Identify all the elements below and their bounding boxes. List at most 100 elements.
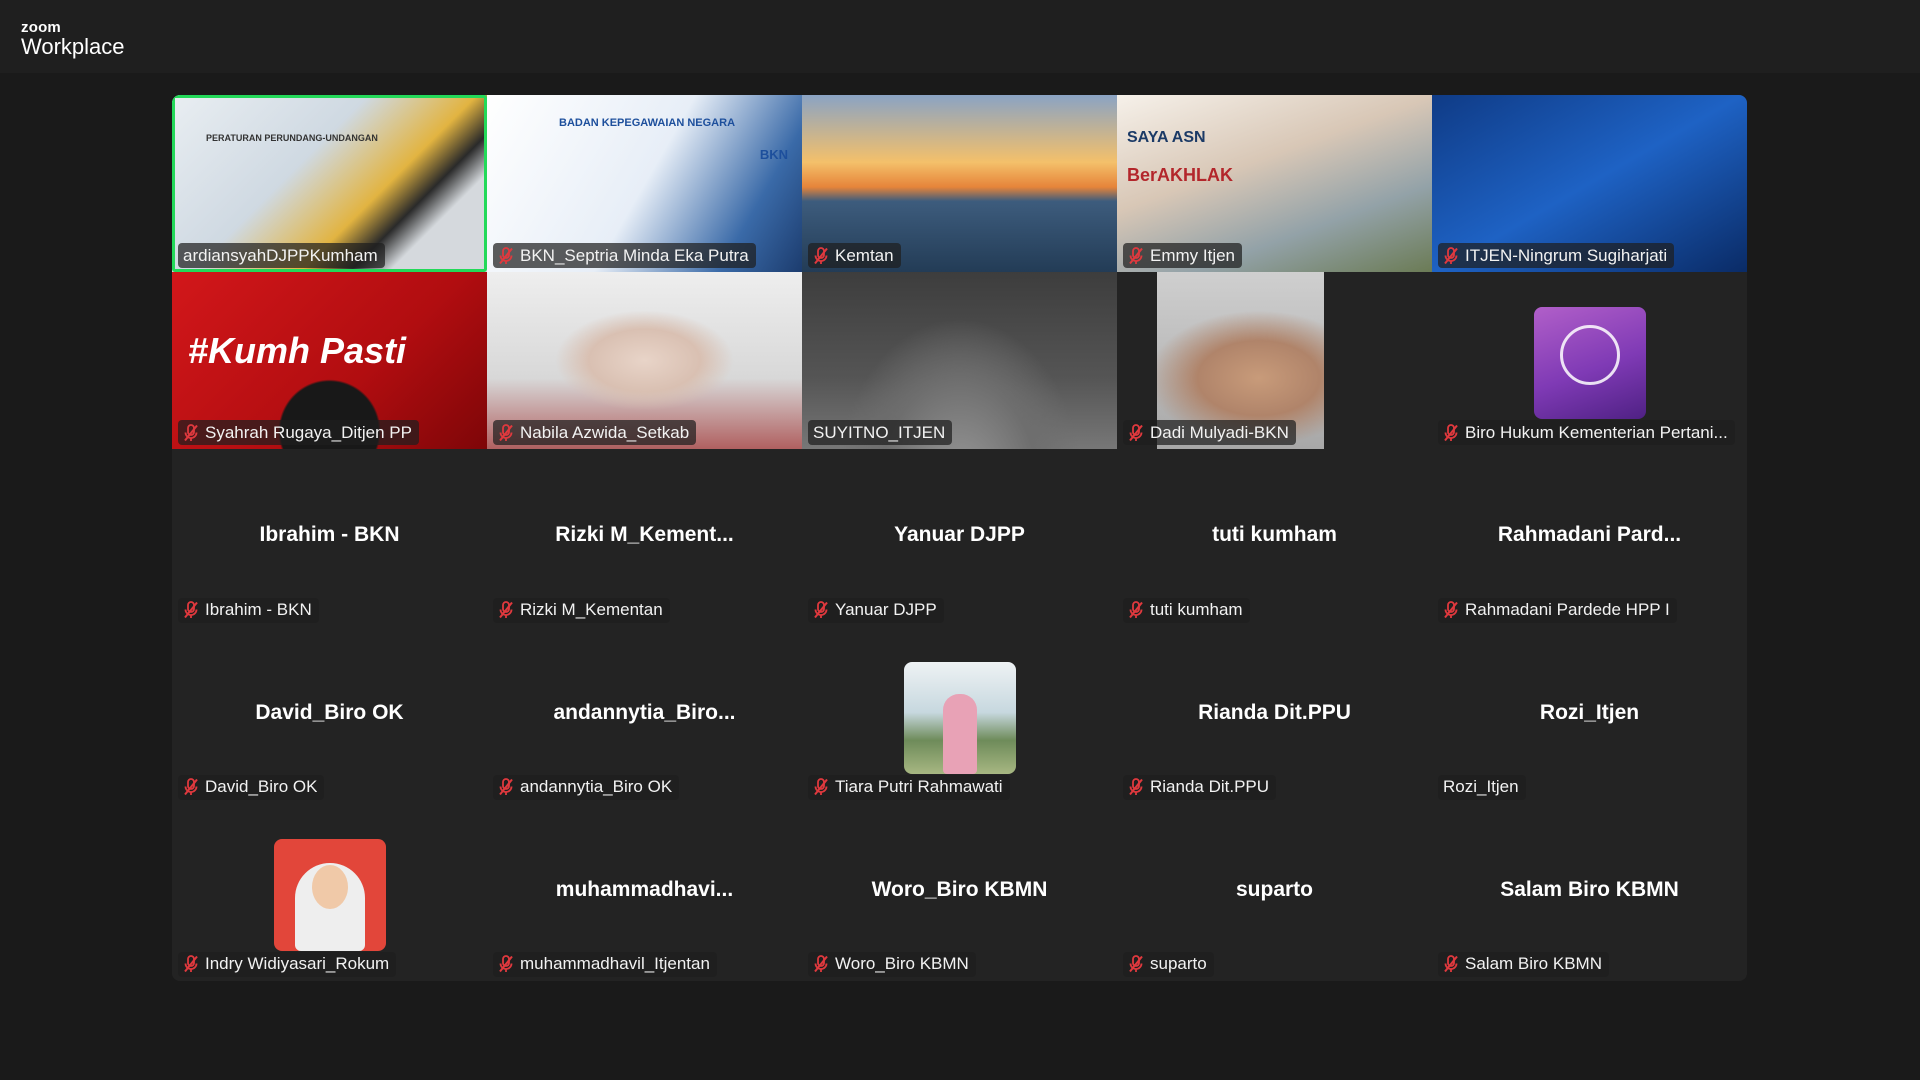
mic-muted-icon: [1443, 246, 1459, 265]
participant-tile[interactable]: Dadi Mulyadi-BKN: [1117, 272, 1432, 450]
participant-name: Dadi Mulyadi-BKN: [1150, 422, 1289, 442]
participant-tile[interactable]: Rozi_Itjen Rozi_Itjen: [1432, 626, 1747, 804]
participant-display-name: tuti kumham: [1212, 523, 1337, 547]
participant-tile[interactable]: #Kumh Pasti Syahrah Rugaya_Ditjen PP: [172, 272, 487, 450]
participant-tile[interactable]: Rianda Dit.PPU Rianda Dit.PPU: [1117, 626, 1432, 804]
participant-name-label: Biro Hukum Kementerian Pertani...: [1438, 420, 1735, 446]
participant-display-name: Ibrahim - BKN: [259, 523, 400, 547]
participant-name-label: muhammadhavil_Itjentan: [493, 951, 717, 977]
participant-name-label: ardiansyahDJPPKumham: [178, 243, 385, 269]
participant-name: Rianda Dit.PPU: [1150, 777, 1270, 797]
participant-name-label: SUYITNO_ITJEN: [808, 420, 953, 446]
participant-tile[interactable]: SAYA ASN BerAKHLAK Emmy Itjen: [1117, 95, 1432, 273]
participant-name: Woro_Biro KBMN: [835, 954, 969, 974]
participant-tile[interactable]: Woro_Biro KBMN Woro_Biro KBMN: [802, 803, 1117, 981]
participant-name-label: tuti kumham: [1123, 597, 1250, 623]
participant-tile[interactable]: Nabila Azwida_Setkab: [487, 272, 802, 450]
participant-tile[interactable]: Yanuar DJPP Yanuar DJPP: [802, 449, 1117, 627]
participant-tile[interactable]: Biro Hukum Kementerian Pertani...: [1432, 272, 1747, 450]
participant-tile[interactable]: Indry Widiyasari_Rokum: [172, 803, 487, 981]
participant-tile[interactable]: suparto suparto: [1117, 803, 1432, 981]
participant-name-label: Tiara Putri Rahmawati: [808, 774, 1010, 800]
participant-name: suparto: [1150, 954, 1207, 974]
mic-muted-icon: [813, 778, 829, 796]
participant-name-label: Syahrah Rugaya_Ditjen PP: [178, 420, 419, 446]
mic-muted-icon: [1128, 246, 1144, 265]
participant-display-name: Rozi_Itjen: [1539, 700, 1640, 724]
participant-tile[interactable]: muhammadhavi... muhammadhavil_Itjentan: [487, 803, 802, 981]
mic-muted-icon: [1443, 955, 1459, 973]
profile-picture: [1533, 307, 1646, 420]
participant-name-label: Ibrahim - BKN: [178, 597, 319, 623]
participant-name-label: ITJEN-Ningrum Sugiharjati: [1438, 243, 1675, 269]
mic-muted-icon: [183, 778, 199, 796]
participant-tile[interactable]: BADAN KEPEGAWAIAN NEGARA BKN BKN_Septria M…: [487, 95, 802, 273]
mic-muted-icon: [183, 423, 199, 442]
participant-tile[interactable]: Rizki M_Kement... Rizki M_Kementan: [487, 449, 802, 627]
participant-name: Ibrahim - BKN: [205, 600, 312, 620]
participant-name-label: Rianda Dit.PPU: [1123, 774, 1277, 800]
participant-name-label: Kemtan: [808, 243, 901, 269]
participant-name-label: Emmy Itjen: [1123, 243, 1243, 269]
participant-name: Indry Widiyasari_Rokum: [205, 954, 390, 974]
virtual-background-text: PERATURAN PERUNDANG-UNDANGAN: [206, 133, 378, 143]
participant-tile[interactable]: SUYITNO_ITJEN: [802, 272, 1117, 450]
participant-name: muhammadhavil_Itjentan: [520, 954, 710, 974]
virtual-background-text: SAYA ASN: [1127, 129, 1206, 146]
participant-name: Yanuar DJPP: [835, 600, 937, 620]
participant-name-label: suparto: [1123, 951, 1214, 977]
participant-name: ITJEN-Ningrum Sugiharjati: [1465, 245, 1668, 265]
participant-display-name: suparto: [1235, 877, 1313, 901]
participant-name-label: andannytia_Biro OK: [493, 774, 680, 800]
participant-name-label: Rozi_Itjen: [1438, 774, 1526, 800]
participant-display-name: andannytia_Biro...: [553, 700, 736, 724]
participant-name: Tiara Putri Rahmawati: [835, 777, 1003, 797]
participant-name: Syahrah Rugaya_Ditjen PP: [205, 422, 412, 442]
participant-tile[interactable]: Tiara Putri Rahmawati: [802, 626, 1117, 804]
mic-muted-icon: [813, 246, 829, 265]
participant-name: David_Biro OK: [205, 777, 318, 797]
mic-muted-icon: [1443, 601, 1459, 619]
participant-tile[interactable]: Rahmadani Pard... Rahmadani Pardede HPP I: [1432, 449, 1747, 627]
participant-name-label: BKN_Septria Minda Eka Putra: [493, 243, 756, 269]
participant-name-label: Salam Biro KBMN: [1438, 951, 1609, 977]
participant-name: Emmy Itjen: [1150, 245, 1236, 265]
participant-name: Kemtan: [835, 245, 894, 265]
participant-tile[interactable]: Ibrahim - BKN Ibrahim - BKN: [172, 449, 487, 627]
participant-name-label: Nabila Azwida_Setkab: [493, 420, 697, 446]
mic-muted-icon: [498, 423, 514, 442]
participant-name: Rahmadani Pardede HPP I: [1465, 600, 1670, 620]
person-figure: [942, 693, 977, 774]
mic-muted-icon: [498, 601, 514, 619]
virtual-background-text: BerAKHLAK: [1127, 165, 1234, 185]
mic-muted-icon: [1128, 423, 1144, 442]
participant-name-label: Rahmadani Pardede HPP I: [1438, 597, 1677, 623]
participant-name: ardiansyahDJPPKumham: [183, 245, 378, 265]
participant-display-name: Yanuar DJPP: [894, 523, 1025, 547]
virtual-background-text: BADAN KEPEGAWAIAN NEGARA: [559, 117, 736, 129]
logo-workplace-text: Workplace: [21, 34, 125, 59]
mic-muted-icon: [813, 601, 829, 619]
profile-picture: [273, 838, 386, 951]
virtual-background-hashtag: #Kumh Pasti: [188, 330, 407, 372]
profile-picture: [903, 661, 1016, 774]
participant-name: Rozi_Itjen: [1443, 777, 1519, 797]
participant-tile[interactable]: andannytia_Biro... andannytia_Biro OK: [487, 626, 802, 804]
participant-tile[interactable]: ITJEN-Ningrum Sugiharjati: [1432, 95, 1747, 273]
participant-tile[interactable]: PERATURAN PERUNDANG-UNDANGAN ardiansyahDJ…: [172, 95, 487, 273]
participant-tile[interactable]: Kemtan: [802, 95, 1117, 273]
participant-name: Biro Hukum Kementerian Pertani...: [1465, 422, 1728, 442]
mic-muted-icon: [813, 955, 829, 973]
participant-display-name: Woro_Biro KBMN: [871, 877, 1048, 901]
participant-tile[interactable]: tuti kumham tuti kumham: [1117, 449, 1432, 627]
participant-display-name: David_Biro OK: [255, 700, 404, 724]
person-face: [311, 864, 348, 909]
participant-display-name: Rahmadani Pard...: [1497, 523, 1682, 547]
participant-display-name: Rianda Dit.PPU: [1198, 700, 1351, 724]
virtual-background-text: BKN: [759, 147, 788, 162]
participant-display-name: Salam Biro KBMN: [1500, 877, 1679, 901]
participant-tile[interactable]: Salam Biro KBMN Salam Biro KBMN: [1432, 803, 1747, 981]
mic-muted-icon: [183, 955, 199, 973]
participant-tile[interactable]: David_Biro OK David_Biro OK: [172, 626, 487, 804]
participant-display-name: Rizki M_Kement...: [555, 523, 734, 547]
